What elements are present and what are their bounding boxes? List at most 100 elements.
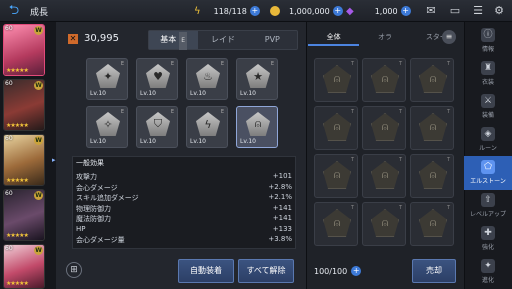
- gold-display: 1,000,000 +: [270, 4, 343, 18]
- tab-ora[interactable]: オラ: [359, 28, 410, 46]
- tab-all[interactable]: 全体: [308, 28, 360, 46]
- item-tag: T: [398, 109, 402, 115]
- equip-slot[interactable]: ⛉ Lv.10 E: [136, 106, 178, 148]
- sell-button[interactable]: 売却: [412, 259, 456, 283]
- side-menu-item[interactable]: ✦ 進化: [464, 255, 512, 289]
- helmet-icon: ⍝: [371, 113, 399, 141]
- item-tag: T: [398, 157, 402, 163]
- preset-tabs: 基本 E レイド PVP: [148, 30, 298, 50]
- slot-level: Lv.10: [240, 90, 256, 97]
- info-icon: ⓘ: [481, 28, 495, 42]
- hero-card[interactable]: 60 W ★★★★★: [3, 24, 45, 76]
- inventory-item[interactable]: ⍝ T: [314, 58, 358, 102]
- inventory-item[interactable]: ⍝ T: [314, 154, 358, 198]
- stamina-display: ϟ 118/118 +: [194, 4, 260, 18]
- hero-level: 60: [5, 190, 13, 197]
- equip-slot[interactable]: ⍝ Lv.10: [236, 106, 278, 148]
- equip-slot[interactable]: ϟ Lv.10 E: [186, 106, 228, 148]
- side-menu-item[interactable]: ⓘ 情報: [464, 24, 512, 60]
- side-menu-item[interactable]: ⚔ 装備: [464, 90, 512, 126]
- inventory-item[interactable]: ⍝ T: [362, 58, 406, 102]
- helmet-icon: ⍝: [323, 113, 351, 141]
- equip-slot[interactable]: ♥ Lv.10 E: [136, 58, 178, 100]
- item-tag: T: [350, 61, 354, 67]
- slot-level: Lv.10: [190, 90, 206, 97]
- effect-row: 会心ダメージ +2.8%: [76, 183, 292, 193]
- power-value: 30,995: [84, 33, 119, 44]
- effect-name: 攻撃力: [76, 173, 97, 181]
- hero-level: 60: [5, 245, 13, 252]
- effect-value: +2.8%: [268, 182, 292, 191]
- helmet-icon: ⍝: [419, 113, 447, 141]
- slot-level: Lv.10: [90, 138, 106, 145]
- back-arrow-icon[interactable]: ⮌: [4, 3, 24, 18]
- tab-basic[interactable]: 基本 E: [149, 31, 199, 50]
- effect-value: +3.8%: [268, 235, 292, 243]
- inventory-item[interactable]: ⍝ T: [410, 202, 454, 246]
- inventory-item[interactable]: ⍝ T: [362, 106, 406, 150]
- grid-icon[interactable]: ⊞: [66, 262, 82, 278]
- hero-card[interactable]: 60 W ★★★★★: [3, 79, 45, 131]
- inventory-item[interactable]: ⍝ T: [410, 58, 454, 102]
- tab-raid[interactable]: レイド: [198, 31, 247, 49]
- item-tag: T: [446, 205, 450, 211]
- gear-icon[interactable]: ⚙: [492, 4, 506, 18]
- auto-equip-button[interactable]: 自動装着: [178, 259, 234, 283]
- helmet-icon: ⍝: [323, 65, 351, 93]
- add-gem-button[interactable]: +: [400, 6, 411, 16]
- side-menu-item[interactable]: ⬠ エルストーン: [464, 156, 512, 190]
- gem-icon: ◆: [346, 5, 354, 17]
- power-icon: ✕: [68, 33, 78, 44]
- helmet-icon: ⍝: [419, 209, 447, 237]
- coin-icon: [270, 6, 280, 16]
- helmet-icon: ⍝: [371, 65, 399, 93]
- side-menu-item[interactable]: ♜ 衣装: [464, 57, 512, 93]
- hero-badge: W: [34, 246, 43, 255]
- inventory-item[interactable]: ⍝ T: [410, 106, 454, 150]
- tab-pvp[interactable]: PVP: [248, 31, 297, 49]
- item-tag: T: [350, 157, 354, 163]
- add-gold-button[interactable]: +: [332, 6, 343, 16]
- combat-power: ✕ 30,995: [68, 33, 119, 44]
- helmet-icon: ⍝: [419, 161, 447, 189]
- helmet-icon: ⍝: [323, 209, 351, 237]
- side-menu-item[interactable]: ✚ 強化: [464, 222, 512, 258]
- side-menu-label: 情報: [481, 46, 494, 53]
- elstone-icon: ⬠: [481, 160, 495, 174]
- effect-name: スキル追加ダメージ: [76, 194, 139, 202]
- effect-value: +2.1%: [268, 193, 292, 201]
- item-tag: T: [350, 109, 354, 115]
- menu-icon[interactable]: ☰: [471, 4, 485, 18]
- hero-level: 60: [5, 25, 13, 32]
- inventory-item[interactable]: ⍝ T: [362, 154, 406, 198]
- side-menu-label: ルーン: [479, 145, 497, 152]
- chat-icon[interactable]: ▭: [448, 4, 462, 18]
- equip-slot[interactable]: ♨ Lv.10 E: [186, 58, 228, 100]
- mail-icon[interactable]: ✉: [424, 4, 438, 18]
- hero-card[interactable]: 60 W ★★★★★: [3, 244, 45, 289]
- side-menu-label: 衣装: [481, 79, 494, 86]
- effect-row: HP +133: [76, 225, 292, 235]
- inventory-item[interactable]: ⍝ T: [314, 106, 358, 150]
- filter-icon[interactable]: ≡: [442, 30, 456, 44]
- effect-title: 一般効果: [76, 159, 104, 167]
- hero-badge: W: [34, 26, 43, 35]
- item-tag: T: [446, 109, 450, 115]
- hero-card[interactable]: 60 W ★★★★★: [3, 189, 45, 241]
- expand-inventory-button[interactable]: +: [351, 266, 362, 276]
- add-stamina-button[interactable]: +: [249, 6, 260, 16]
- equip-slot[interactable]: ★ Lv.10 E: [236, 58, 278, 100]
- shield-icon: ⛉: [146, 112, 170, 136]
- inventory-item[interactable]: ⍝ T: [362, 202, 406, 246]
- inventory-item[interactable]: ⍝ T: [410, 154, 454, 198]
- side-menu-item[interactable]: ⇧ レベルアップ: [464, 189, 512, 225]
- helmet-icon: ⍝: [371, 161, 399, 189]
- equip-slot[interactable]: ✧ Lv.10 E: [86, 106, 128, 148]
- equip-slot[interactable]: ✦ Lv.10 E: [86, 58, 128, 100]
- star-icon: ★: [246, 64, 270, 88]
- unequip-all-button[interactable]: すべて解除: [238, 259, 294, 283]
- inventory-item[interactable]: ⍝ T: [314, 202, 358, 246]
- hero-card[interactable]: 60 W ★★★★★: [3, 134, 45, 186]
- side-menu-item[interactable]: ◈ ルーン: [464, 123, 512, 159]
- effect-row: スキル追加ダメージ +2.1%: [76, 193, 292, 203]
